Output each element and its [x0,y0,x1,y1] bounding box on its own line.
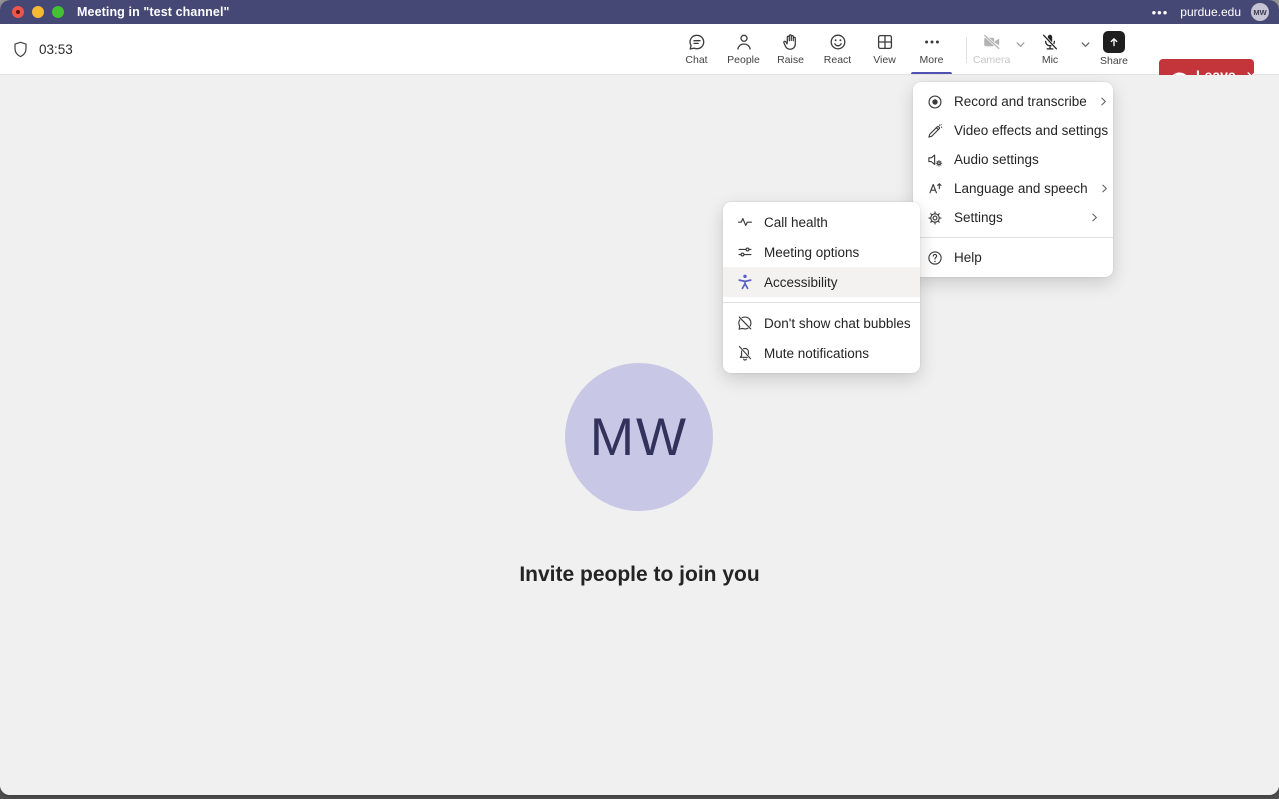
toolbar-main-buttons: Chat People Raise React [673,24,955,74]
raise-hand-button[interactable]: Raise [767,24,814,74]
menu-item-language-and-speech[interactable]: Language and speech [913,174,1113,203]
settings-gear-icon [926,209,944,227]
menu-item-call-health[interactable]: Call health [723,207,920,237]
menu-item-meeting-options[interactable]: Meeting options [723,237,920,267]
timer-text: 03:53 [39,42,73,57]
chevron-down-icon [1079,38,1092,51]
account-avatar[interactable]: MW [1251,3,1269,21]
zoom-window-button[interactable] [52,6,64,18]
menu-divider [723,302,920,303]
audio-settings-icon [926,151,944,169]
close-window-button[interactable] [12,6,24,18]
titlebar: Meeting in "test channel" ••• purdue.edu… [0,0,1279,24]
react-icon [828,32,848,52]
accessibility-icon [736,273,754,291]
window-title: Meeting in "test channel" [77,5,230,19]
menu-item-dont-show-chat-bubbles[interactable]: Don't show chat bubbles [723,308,920,338]
menu-item-help[interactable]: Help [913,243,1113,272]
participant-avatar: MW [565,363,713,511]
video-effects-icon [926,122,944,140]
people-icon [734,32,754,52]
chat-icon [687,32,707,52]
shield-icon [11,40,30,59]
share-icon [1103,31,1125,53]
view-button[interactable]: View [861,24,908,74]
more-button[interactable]: More [908,24,955,74]
language-icon [926,180,944,198]
teams-meeting-window: Meeting in "test channel" ••• purdue.edu… [0,0,1279,795]
call-health-icon [736,213,754,231]
menu-item-video-effects[interactable]: Video effects and settings [913,116,1113,145]
account-domain: purdue.edu [1180,5,1241,19]
meeting-options-icon [736,243,754,261]
menu-item-settings[interactable]: Settings [913,203,1113,232]
mic-button[interactable]: Mic [1040,24,1060,74]
camera-options-chevron[interactable] [1012,36,1029,53]
chevron-right-icon [1097,95,1110,108]
menu-item-mute-notifications[interactable]: Mute notifications [723,338,920,368]
raise-hand-icon [781,32,801,52]
titlebar-overflow-menu[interactable]: ••• [1152,5,1169,20]
window-controls [12,6,64,18]
react-button[interactable]: React [814,24,861,74]
view-icon [875,32,895,52]
share-button[interactable]: Share [1100,24,1128,74]
menu-item-audio-settings[interactable]: Audio settings [913,145,1113,174]
context-menu: Call health Meeting options Accessibilit… [723,202,920,373]
mic-options-chevron[interactable] [1077,36,1094,53]
record-icon [926,93,944,111]
chat-bubble-off-icon [736,314,754,332]
more-menu: Record and transcribe Video effects and … [913,82,1113,277]
minimize-window-button[interactable] [32,6,44,18]
people-button[interactable]: People [720,24,767,74]
camera-button[interactable]: Camera [973,24,1010,74]
invite-text: Invite people to join you [0,563,1279,587]
mic-off-icon [1040,32,1060,52]
meeting-timer: 03:53 [11,24,73,74]
meeting-toolbar: 03:53 Chat People Raise [0,24,1279,75]
menu-item-accessibility[interactable]: Accessibility [723,267,920,297]
more-icon [922,32,942,52]
chevron-right-icon [1098,182,1111,195]
chat-button[interactable]: Chat [673,24,720,74]
chevron-right-icon [1088,211,1101,224]
menu-divider [913,237,1113,238]
camera-off-icon [982,32,1002,52]
menu-item-record-and-transcribe[interactable]: Record and transcribe [913,87,1113,116]
chevron-down-icon [1014,38,1027,51]
bell-off-icon [736,344,754,362]
help-icon [926,249,944,267]
toolbar-separator [966,37,967,63]
